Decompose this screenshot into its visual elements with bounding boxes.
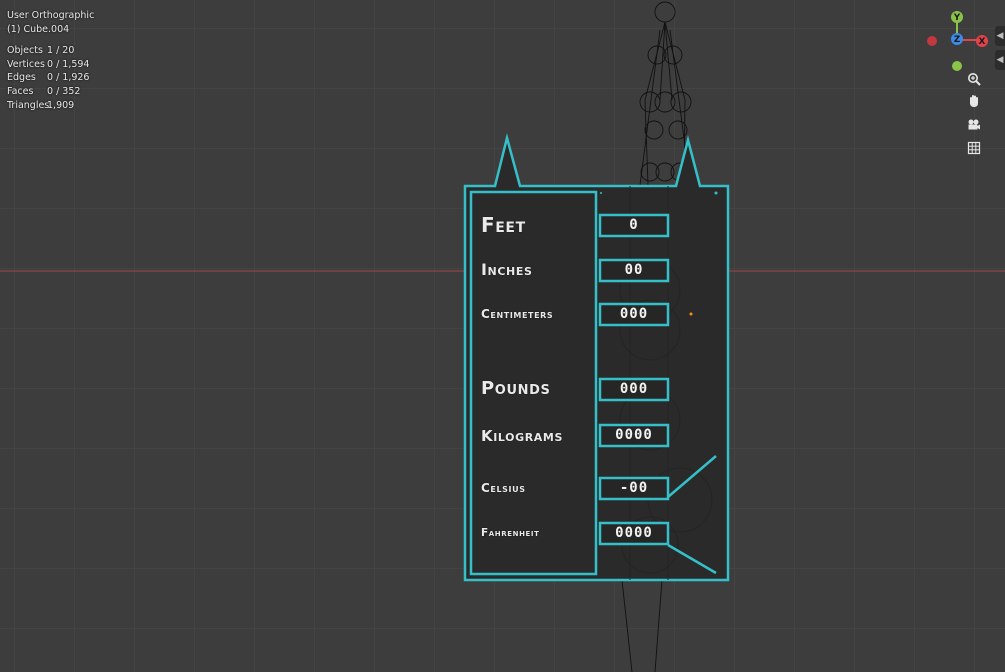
stat-value: 0 / 352 (47, 85, 81, 97)
stat-row-objects: Objects 1 / 20 (7, 44, 94, 58)
pan-hand-icon[interactable] (967, 94, 989, 116)
gizmo-y-label: Y (953, 13, 961, 23)
gizmo-z-label: Z (954, 35, 961, 45)
centimeters-value[interactable]: 000 (600, 304, 668, 324)
stat-row-vertices: Vertices 0 / 1,594 (7, 58, 94, 72)
stat-label: Faces (7, 85, 34, 97)
feet-value[interactable]: 0 (600, 215, 668, 235)
gizmo-neg-y[interactable] (952, 61, 962, 71)
centimeters-label: Centimeters (481, 307, 554, 321)
zoom-icon[interactable] (967, 72, 989, 94)
view-name: User Orthographic (7, 10, 95, 21)
grid-icon[interactable] (967, 141, 989, 163)
inches-label: Inches (481, 260, 533, 279)
scene-statistics: Objects 1 / 20 Vertices 0 / 1,594 Edges … (7, 44, 94, 112)
stat-row-faces: Faces 0 / 352 (7, 85, 94, 99)
kilograms-label: Kilograms (481, 427, 563, 445)
gizmo-neg-x[interactable] (927, 36, 937, 46)
converter-panel (463, 133, 730, 582)
stat-value: 1 / 20 (47, 45, 75, 57)
stat-label: Triangles (7, 99, 50, 111)
fahrenheit-label: Fahrenheit (481, 527, 540, 539)
celsius-value[interactable]: -00 (600, 478, 668, 498)
celsius-label: Celsius (481, 481, 526, 495)
kilograms-value[interactable]: 0000 (600, 425, 668, 445)
stat-label: Edges (7, 72, 36, 84)
stat-value: 1,909 (47, 99, 75, 111)
stat-value: 0 / 1,594 (47, 58, 90, 70)
stat-label: Vertices (7, 58, 45, 70)
fahrenheit-value[interactable]: 0000 (600, 523, 668, 543)
viewport-info-overlay: User Orthographic (1) Cube.004 Objects 1… (7, 9, 94, 112)
stat-value: 0 / 1,926 (47, 72, 90, 84)
feet-label: Feet (481, 213, 526, 237)
inches-value[interactable]: 00 (600, 260, 668, 280)
pounds-value[interactable]: 000 (600, 379, 668, 399)
sidebar-toggle-icon[interactable]: ◀ (995, 26, 1005, 46)
viewport-canvas: Y X Z (0, 0, 1005, 672)
gizmo-x-label: X (979, 37, 986, 47)
camera-icon[interactable] (967, 118, 989, 140)
3d-viewport[interactable]: Y X Z User Orthographic (1) Cube.004 Obj… (0, 0, 1005, 672)
active-object-name: (1) Cube.004 (7, 23, 70, 35)
pounds-label: Pounds (481, 378, 551, 399)
tool-settings-toggle-icon[interactable]: ◀ (995, 50, 1005, 70)
stat-row-edges: Edges 0 / 1,926 (7, 71, 94, 85)
stat-label: Objects (7, 45, 43, 57)
stat-row-triangles: Triangles 1,909 (7, 99, 94, 113)
